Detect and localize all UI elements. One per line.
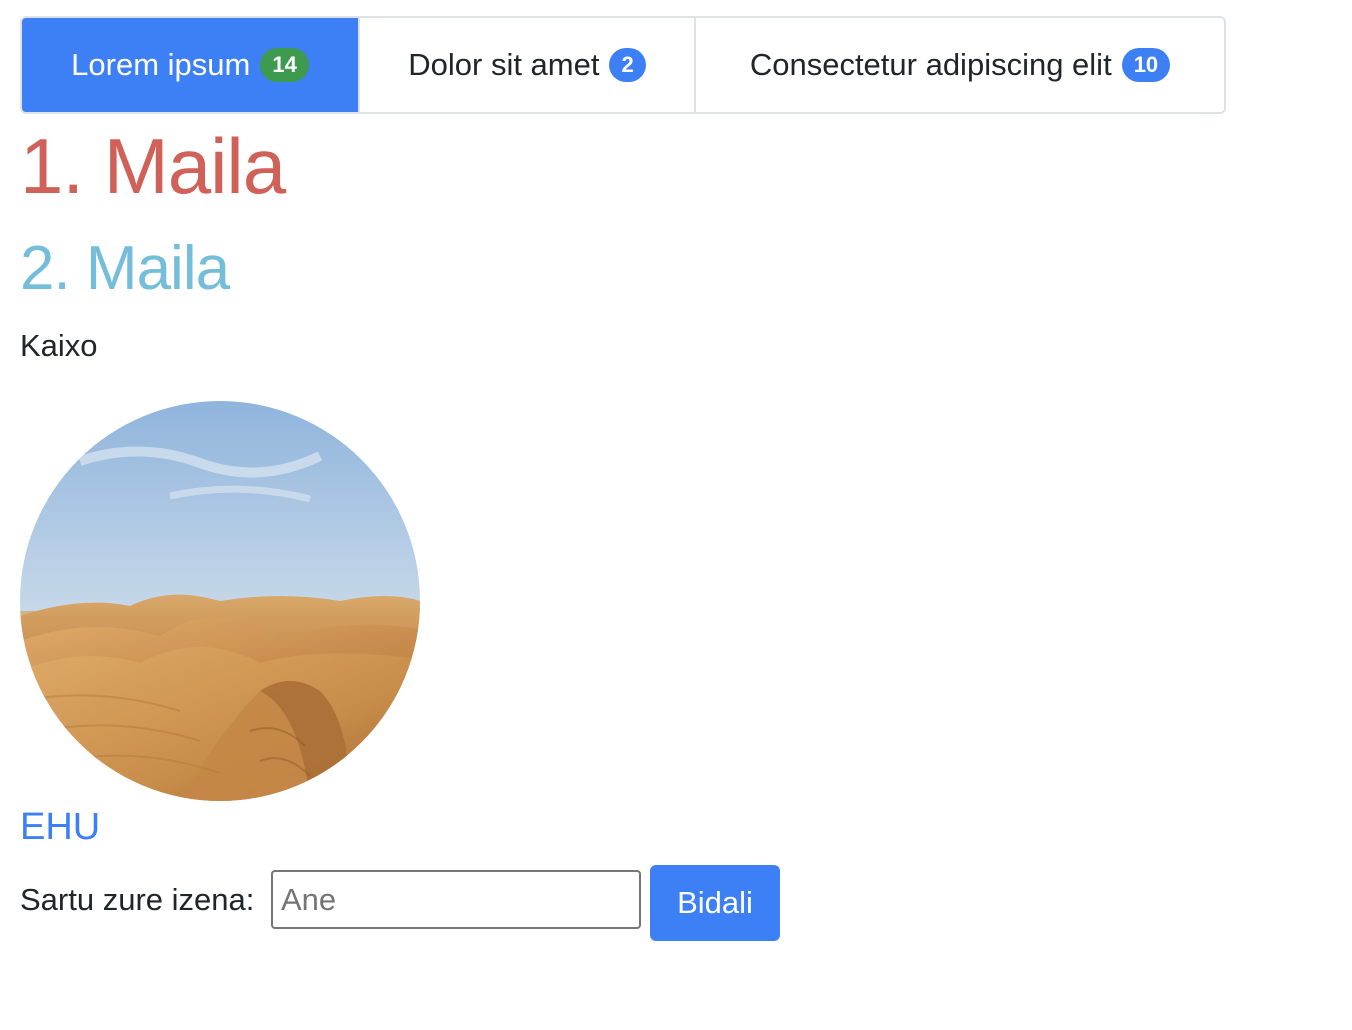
ehu-link[interactable]: EHU bbox=[20, 806, 100, 848]
name-field-label: Sartu zure izena: bbox=[20, 882, 255, 917]
desert-dunes-image bbox=[20, 401, 420, 801]
greeting-text: Kaixo bbox=[20, 328, 98, 363]
tab-dolor-sit-amet[interactable]: Dolor sit amet 2 bbox=[358, 18, 694, 112]
count-badge: 10 bbox=[1121, 48, 1171, 82]
submit-button[interactable]: Bidali bbox=[650, 865, 780, 941]
count-badge: 2 bbox=[609, 48, 646, 82]
desert-dunes-illustration bbox=[20, 401, 420, 801]
tab-lorem-ipsum[interactable]: Lorem ipsum 14 bbox=[22, 18, 358, 112]
heading-level-1: 1. Maila bbox=[20, 122, 286, 210]
name-input[interactable] bbox=[271, 870, 641, 929]
heading-level-2: 2. Maila bbox=[20, 234, 230, 303]
tab-label: Lorem ipsum bbox=[71, 47, 251, 82]
tab-label: Consectetur adipiscing elit bbox=[749, 47, 1112, 82]
tab-bar: Lorem ipsum 14 Dolor sit amet 2 Consecte… bbox=[20, 16, 1226, 114]
tab-label: Dolor sit amet bbox=[408, 47, 600, 82]
tab-consectetur-adipiscing-elit[interactable]: Consectetur adipiscing elit 10 bbox=[694, 18, 1224, 112]
page: Lorem ipsum 14 Dolor sit amet 2 Consecte… bbox=[0, 0, 1352, 1030]
count-badge: 14 bbox=[260, 48, 309, 82]
